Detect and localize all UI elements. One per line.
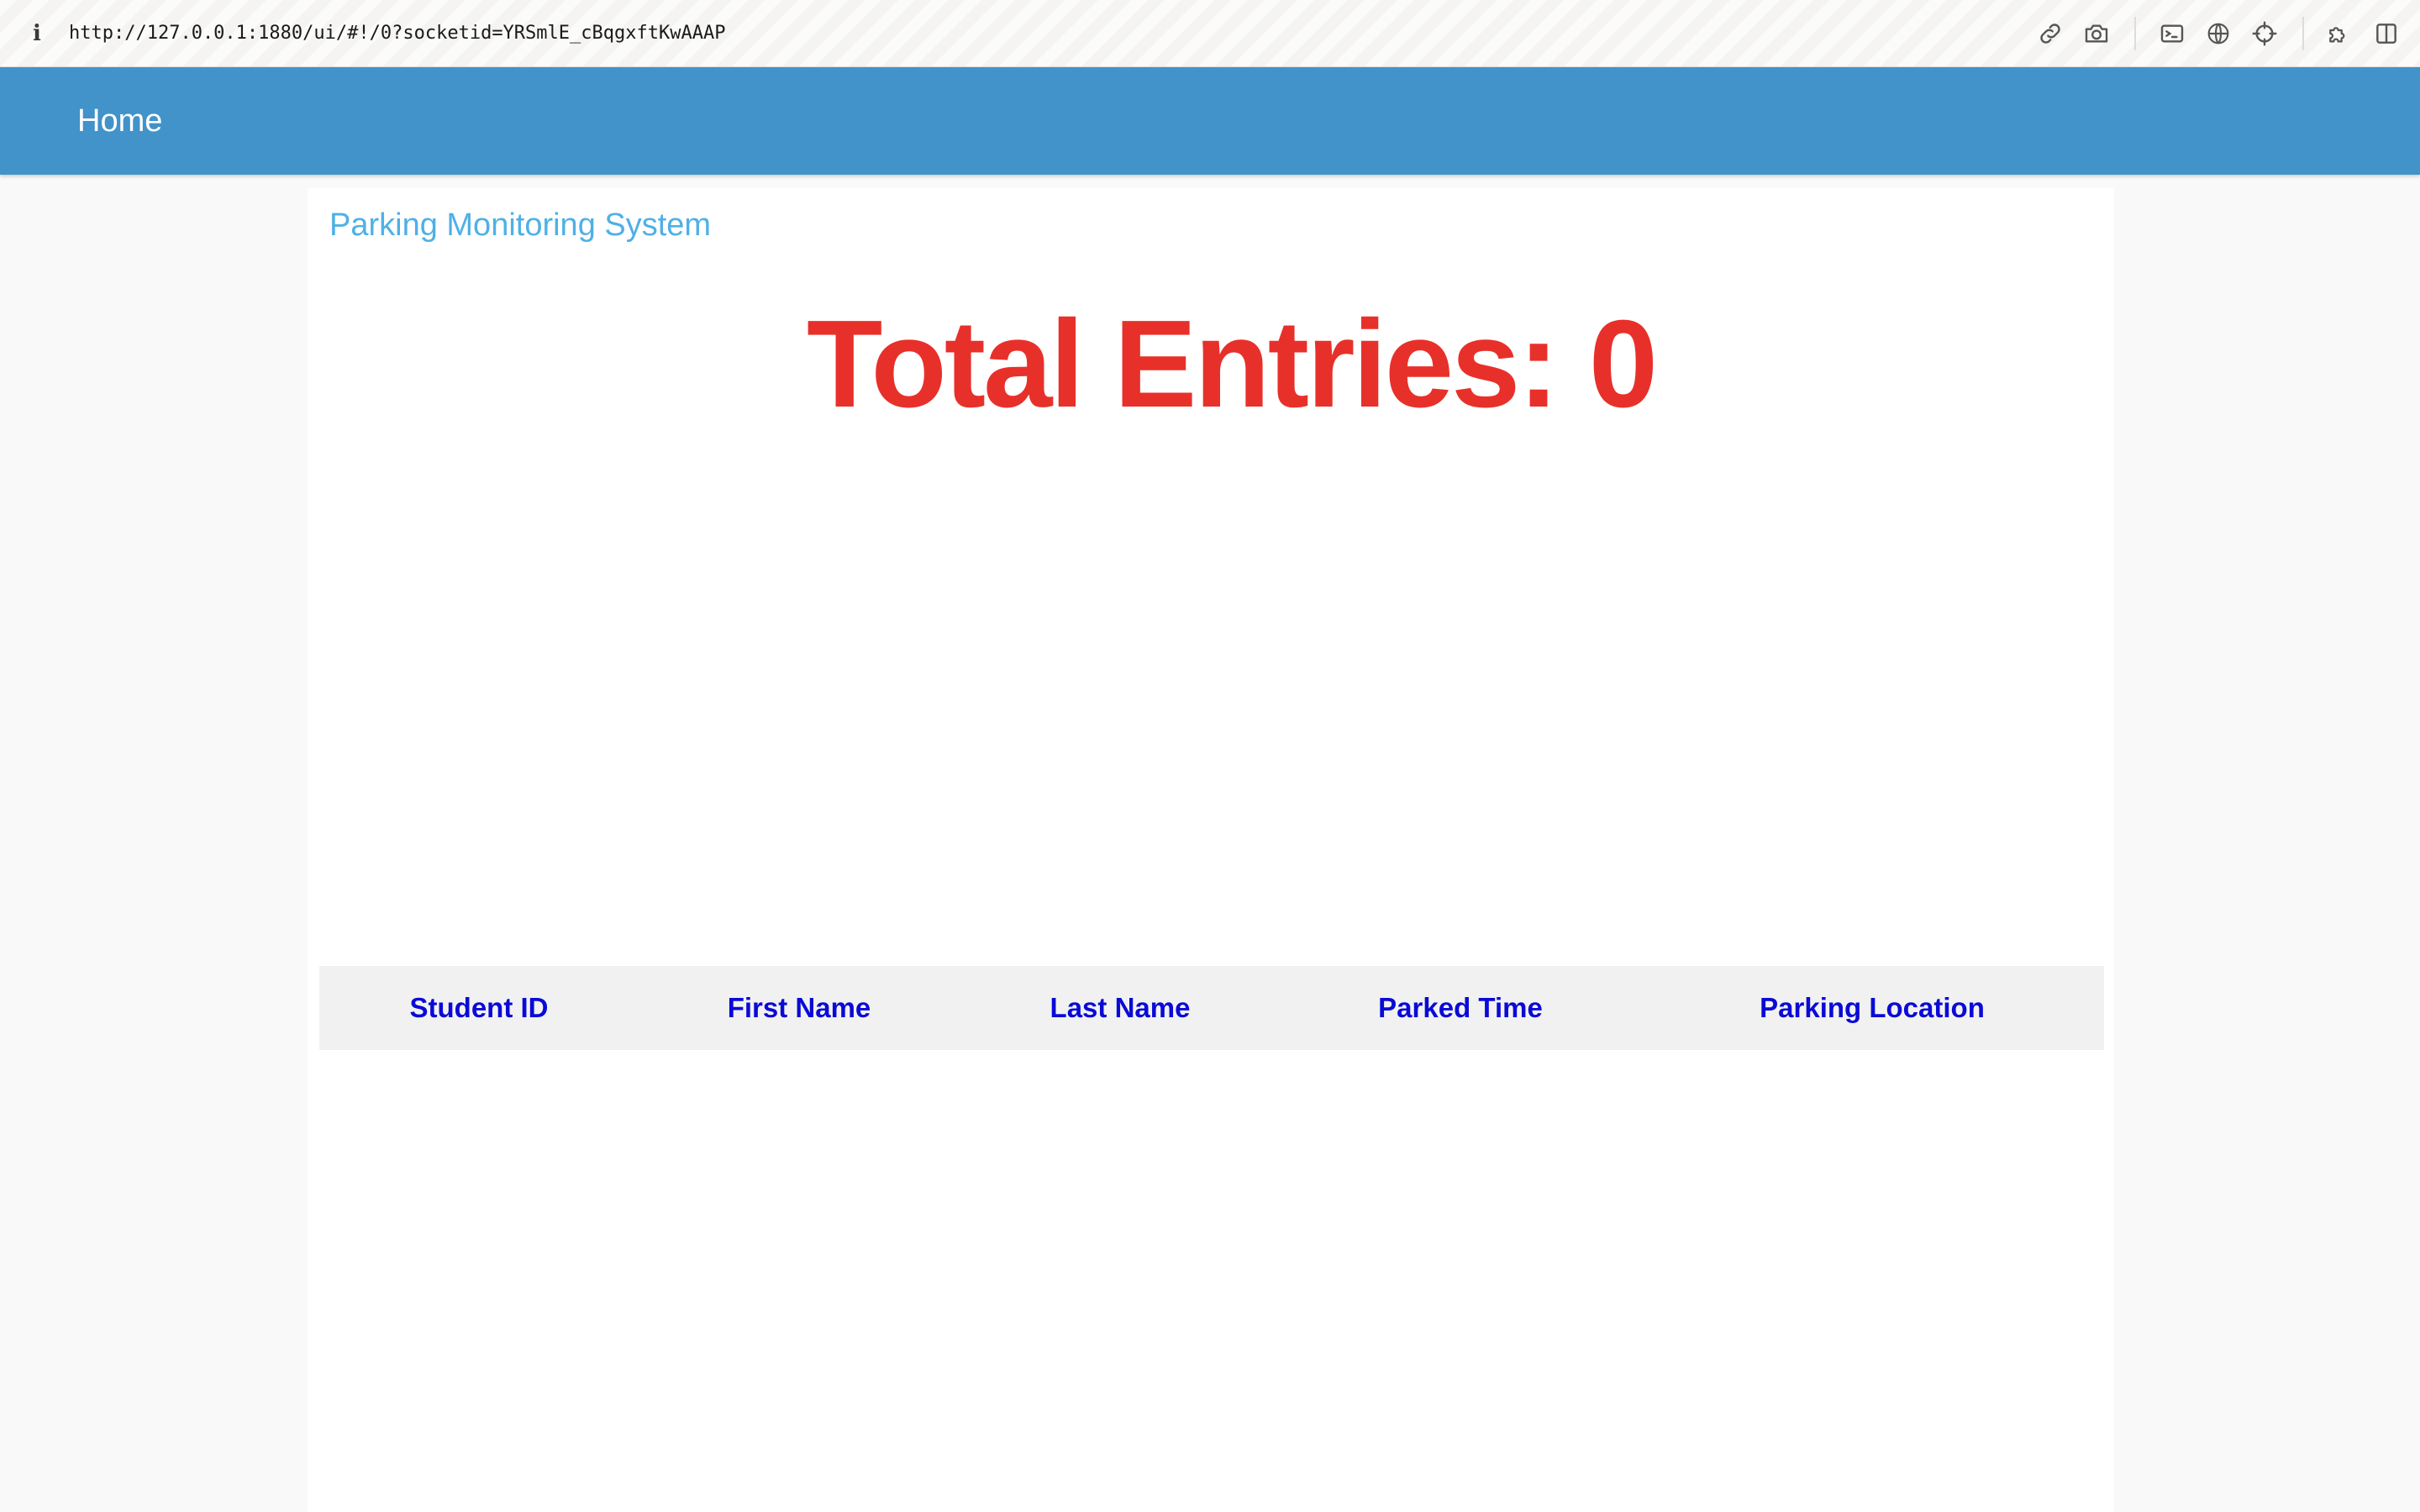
- toolbar-divider: [2302, 17, 2304, 50]
- camera-icon[interactable]: [2081, 18, 2112, 49]
- extension-icon[interactable]: [2324, 18, 2354, 49]
- globe-icon[interactable]: [2203, 18, 2233, 49]
- parking-table: Student ID First Name Last Name Parked T…: [319, 966, 2104, 1050]
- column-header-last-name[interactable]: Last Name: [960, 966, 1281, 1050]
- total-entries-text: Total Entries: 0: [807, 295, 1658, 433]
- browser-toolbar: i http://127.0.0.1:1880/ui/#!/0?socketid…: [0, 0, 2420, 67]
- address-bar[interactable]: http://127.0.0.1:1880/ui/#!/0?socketid=Y…: [69, 18, 725, 49]
- toolbar-divider: [2134, 17, 2136, 50]
- total-entries-widget: Total Entries: 0: [308, 289, 1928, 440]
- page-title: Home: [77, 103, 163, 139]
- info-icon[interactable]: i: [25, 18, 49, 49]
- app-header: Home: [0, 67, 2420, 175]
- column-header-first-name[interactable]: First Name: [639, 966, 960, 1050]
- link-icon[interactable]: [2035, 18, 2065, 49]
- crosshair-icon[interactable]: [2249, 18, 2280, 49]
- dashboard-group: Parking Monitoring System Total Entries:…: [308, 188, 2114, 1512]
- column-header-student-id[interactable]: Student ID: [319, 966, 639, 1050]
- terminal-icon[interactable]: [2157, 18, 2187, 49]
- column-header-parking-location[interactable]: Parking Location: [1640, 966, 2104, 1050]
- group-title: Parking Monitoring System: [329, 207, 712, 243]
- table-header-row: Student ID First Name Last Name Parked T…: [319, 966, 2104, 1050]
- column-header-parked-time[interactable]: Parked Time: [1281, 966, 1640, 1050]
- sidebar-icon[interactable]: [2371, 18, 2402, 49]
